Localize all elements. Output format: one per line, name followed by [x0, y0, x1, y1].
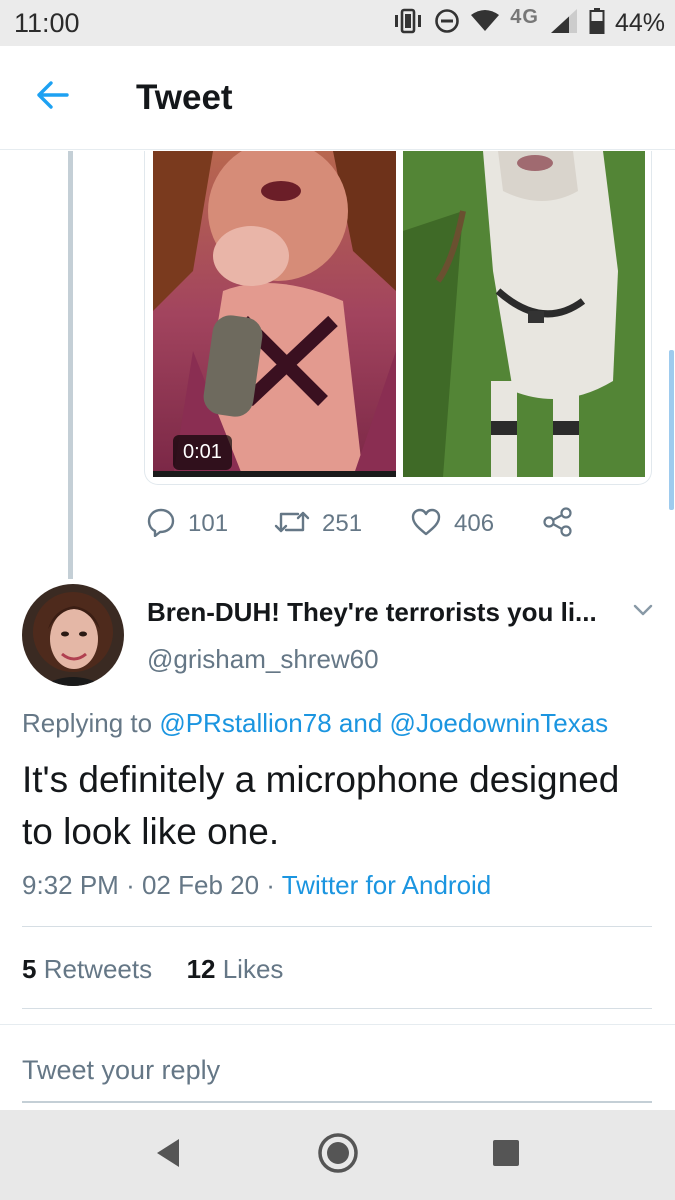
meta-separator: · [126, 870, 135, 900]
likes-stat[interactable]: 12 Likes [187, 954, 284, 984]
like-stat-label: Likes [222, 954, 284, 984]
retweet-button[interactable]: 251 [274, 504, 362, 544]
replying-to: Replying to @PRstallion78 and @Joedownin… [22, 708, 608, 739]
home-circle-icon [316, 1131, 360, 1180]
meta-separator: · [266, 870, 275, 900]
tweet-date: 02 Feb 20 [141, 870, 260, 900]
like-count: 406 [454, 510, 495, 537]
heart-icon [410, 508, 442, 541]
replying-prefix: Replying to [22, 708, 153, 738]
thread-line [68, 151, 73, 579]
like-stat-count: 12 [186, 954, 216, 984]
reply-button[interactable]: 101 [146, 504, 228, 544]
video-duration: 0:01 [173, 435, 232, 470]
avatar[interactable] [22, 584, 124, 686]
divider [22, 926, 652, 927]
lte-icon: 4G [510, 6, 539, 29]
status-time: 11:00 [14, 8, 80, 38]
retweet-stat-count: 5 [22, 954, 37, 984]
like-button[interactable]: 406 [410, 504, 494, 544]
signal-icon [549, 7, 579, 40]
media-card: 0:01 [144, 151, 652, 485]
status-icons: 4G 44% [392, 6, 665, 40]
reply-box[interactable]: Tweet your reply [0, 1024, 675, 1108]
retweet-icon [274, 509, 310, 540]
reply-icon [146, 507, 176, 542]
mention-link-prstallion78[interactable]: @PRstallion78 [159, 708, 331, 738]
square-recents-icon [491, 1138, 521, 1173]
share-icon [542, 506, 574, 542]
wifi-icon [470, 9, 500, 38]
network-type: 4G [510, 5, 539, 28]
page-title: Tweet [136, 78, 233, 117]
arrow-left-icon [36, 80, 70, 115]
image-thumbnail[interactable] [403, 151, 645, 477]
do-not-disturb-icon [434, 8, 460, 39]
scrollbar-thumb[interactable] [669, 350, 674, 510]
replying-and: and [338, 708, 383, 738]
status-bar: 11:00 4G 44% [0, 0, 675, 46]
tweet-stats: 5 Retweets 12 Likes [22, 954, 283, 985]
vibrate-icon [392, 7, 424, 40]
retweet-stat-label: Retweets [43, 954, 153, 984]
reply-input[interactable]: Tweet your reply [22, 1055, 220, 1086]
video-thumbnail[interactable]: 0:01 [153, 151, 396, 477]
share-button[interactable] [542, 504, 574, 544]
triangle-back-icon [154, 1137, 182, 1174]
back-button[interactable] [30, 74, 76, 120]
tweet-time: 9:32 PM [22, 870, 119, 900]
display-name[interactable]: Bren-DUH! They're terrorists you li... [147, 597, 597, 628]
retweet-count: 251 [322, 510, 363, 537]
chevron-down-icon[interactable] [628, 598, 658, 622]
mention-link-joedownintexas[interactable]: @JoedowninTexas [390, 708, 609, 738]
reply-input-underline [22, 1101, 652, 1103]
nav-home-button[interactable] [310, 1130, 366, 1180]
retweets-stat[interactable]: 5 Retweets [22, 954, 152, 984]
divider [22, 1008, 652, 1009]
video-progress-bar [153, 471, 396, 477]
nav-back-button[interactable] [140, 1130, 196, 1180]
tweet-text: It's definitely a microphone designed to… [22, 759, 620, 852]
app-bar: Tweet [0, 46, 675, 150]
battery-percent: 44% [614, 8, 665, 37]
tweet-source-link[interactable]: Twitter for Android [282, 870, 492, 900]
nav-recents-button[interactable] [478, 1130, 534, 1180]
user-handle[interactable]: @grisham_shrew60 [147, 644, 379, 675]
tweet-actions: 101 251 406 [146, 504, 606, 544]
battery-icon [589, 7, 605, 40]
reply-count: 101 [188, 510, 229, 537]
navigation-bar [0, 1110, 675, 1200]
tweet-meta: 9:32 PM · 02 Feb 20 · Twitter for Androi… [22, 870, 491, 901]
